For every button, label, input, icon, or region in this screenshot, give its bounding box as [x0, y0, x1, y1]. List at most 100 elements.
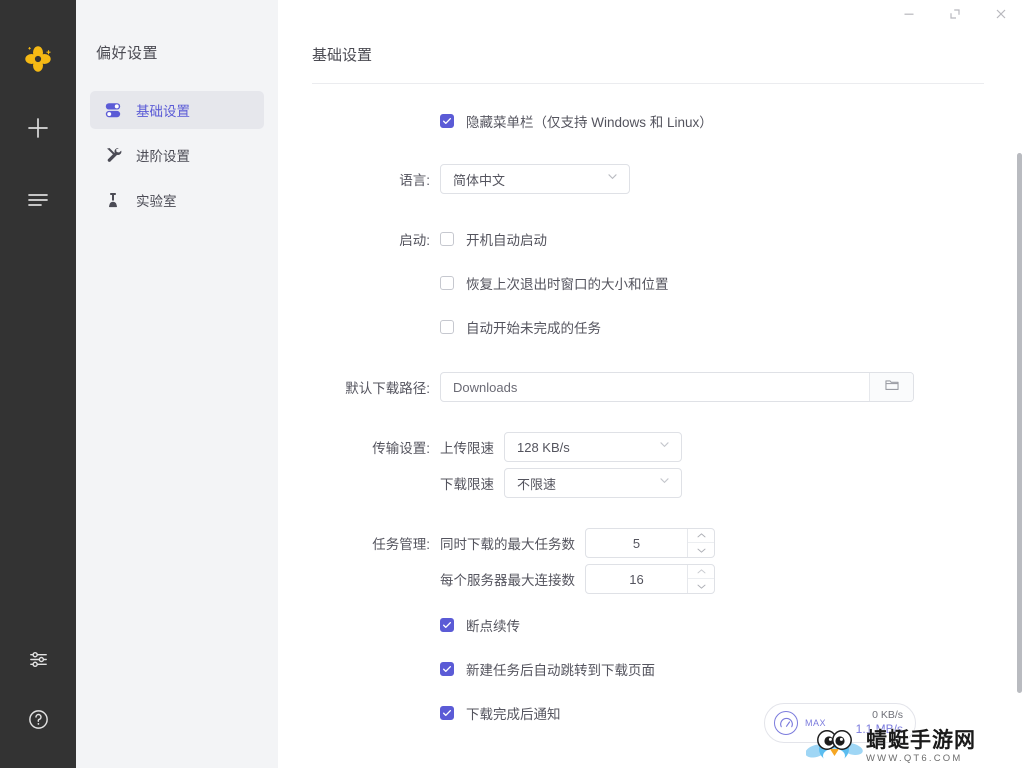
row-upload-limit: 传输设置: 上传限速 128 KB/s [312, 432, 984, 462]
rail-add-task-button[interactable] [16, 108, 60, 152]
rail-task-list-button[interactable] [16, 180, 60, 224]
download-limit-select[interactable]: 不限速 [504, 468, 682, 498]
notify-on-complete-checkbox[interactable] [440, 706, 454, 720]
row-download-path: 默认下载路径: [312, 372, 984, 402]
jump-to-downloads-label: 新建任务后自动跳转到下载页面 [466, 663, 655, 678]
app-logo [17, 38, 59, 80]
sidebar-item-lab[interactable]: 实验室 [90, 181, 264, 219]
row-startup-3: 自动开始未完成的任务 [312, 312, 984, 342]
nav-list: 基础设置 进阶设置 实验室 [76, 91, 278, 219]
language-value: 简体中文 [453, 172, 506, 188]
max-concurrent-label: 同时下载的最大任务数 [440, 537, 575, 552]
chevron-down-icon [606, 170, 619, 188]
download-path-field[interactable] [440, 372, 914, 402]
startup-label: 启动: [399, 233, 430, 248]
tasks-label: 任务管理: [372, 537, 430, 552]
preferences-window: 偏好设置 基础设置 进阶设置 实验室 基础设置 隐藏菜单栏（仅支持 Window… [0, 0, 1024, 768]
startup-resume-tasks-checkbox[interactable] [440, 320, 454, 334]
settings-form: 隐藏菜单栏（仅支持 Windows 和 Linux） 语言: 简体中文 启动: [278, 106, 1024, 728]
download-speed-value: 1.1 MB/s [855, 722, 903, 737]
max-connections-value: 16 [629, 571, 644, 587]
chevron-down-icon [658, 474, 671, 492]
language-label: 语言: [399, 173, 430, 188]
transfer-label: 传输设置: [372, 441, 430, 456]
upload-limit-select[interactable]: 128 KB/s [504, 432, 682, 462]
language-select[interactable]: 简体中文 [440, 164, 630, 194]
notify-on-complete-label: 下载完成后通知 [466, 707, 561, 722]
content-scrollbar-track[interactable] [1016, 0, 1024, 768]
content-scrollbar-thumb[interactable] [1017, 153, 1022, 693]
window-controls [886, 0, 1024, 32]
row-hide-menubar: 隐藏菜单栏（仅支持 Windows 和 Linux） [312, 106, 984, 136]
maximize-button[interactable] [932, 0, 978, 32]
browse-folder-button[interactable] [869, 373, 913, 401]
row-language: 语言: 简体中文 [312, 164, 984, 194]
hide-menubar-label: 隐藏菜单栏（仅支持 Windows 和 Linux） [466, 115, 713, 130]
hide-menubar-checkbox[interactable] [440, 114, 454, 128]
preferences-nav-panel: 偏好设置 基础设置 进阶设置 实验室 [76, 0, 278, 768]
stepper-down-button[interactable] [688, 579, 714, 593]
list-icon [26, 188, 50, 217]
stepper-arrows [687, 565, 714, 593]
max-connections-label: 每个服务器最大连接数 [440, 573, 575, 588]
close-button[interactable] [978, 0, 1024, 32]
maximize-icon [948, 7, 962, 26]
sidebar-item-label: 进阶设置 [136, 149, 190, 164]
row-jump-to-downloads: 新建任务后自动跳转到下载页面 [312, 654, 984, 684]
flask-icon [104, 191, 122, 209]
download-limit-label: 下载限速 [440, 477, 494, 492]
icon-rail [0, 0, 76, 768]
max-connections-stepper[interactable]: 16 [585, 564, 715, 594]
stepper-arrows [687, 529, 714, 557]
speed-gauge-icon [774, 711, 798, 735]
row-max-connections: 每个服务器最大连接数 16 [312, 564, 984, 594]
minimize-icon [902, 7, 916, 26]
download-path-input[interactable] [441, 373, 869, 401]
row-resume-download: 断点续传 [312, 610, 984, 640]
max-concurrent-stepper[interactable]: 5 [585, 528, 715, 558]
rail-settings-button[interactable] [16, 640, 60, 684]
download-path-label: 默认下载路径: [345, 381, 430, 396]
header-divider [312, 83, 984, 84]
rail-help-button[interactable] [16, 700, 60, 744]
sidebar-item-label: 基础设置 [136, 104, 190, 119]
startup-autostart-label: 开机自动启动 [466, 233, 547, 248]
resume-download-label: 断点续传 [466, 619, 520, 634]
row-max-concurrent: 任务管理: 同时下载的最大任务数 5 [312, 528, 984, 558]
nav-panel-title: 偏好设置 [96, 45, 159, 62]
stepper-down-button[interactable] [688, 543, 714, 557]
startup-restore-window-checkbox[interactable] [440, 276, 454, 290]
row-download-limit: 下载限速 不限速 [312, 468, 984, 498]
chevron-down-icon [658, 438, 671, 456]
stepper-up-button[interactable] [688, 529, 714, 543]
speed-mode-label: MAX [805, 718, 827, 728]
toggles-icon [104, 101, 122, 119]
startup-autostart-checkbox[interactable] [440, 232, 454, 246]
row-startup-2: 恢复上次退出时窗口的大小和位置 [312, 268, 984, 298]
startup-resume-tasks-label: 自动开始未完成的任务 [466, 321, 601, 336]
page-title: 基础设置 [312, 47, 373, 64]
folder-icon [884, 377, 900, 398]
close-icon [994, 7, 1008, 26]
resume-download-checkbox[interactable] [440, 618, 454, 632]
floating-speed-widget[interactable]: MAX 0 KB/s 1.1 MB/s [764, 703, 916, 743]
wrench-icon [104, 146, 122, 164]
row-startup-1: 启动: 开机自动启动 [312, 224, 984, 254]
sidebar-item-label: 实验室 [136, 194, 177, 209]
question-circle-icon [27, 708, 50, 736]
settings-content: 基础设置 隐藏菜单栏（仅支持 Windows 和 Linux） 语言: 简体中文 [278, 0, 1024, 768]
sidebar-item-basic-settings[interactable]: 基础设置 [90, 91, 264, 129]
sliders-icon [27, 648, 50, 676]
sidebar-item-advanced-settings[interactable]: 进阶设置 [90, 136, 264, 174]
upload-limit-value: 128 KB/s [517, 439, 570, 455]
max-concurrent-value: 5 [632, 535, 641, 551]
startup-restore-window-label: 恢复上次退出时窗口的大小和位置 [466, 277, 669, 292]
plus-icon [26, 116, 50, 145]
speed-values: 0 KB/s 1.1 MB/s [856, 709, 903, 737]
download-limit-value: 不限速 [517, 476, 557, 492]
upload-limit-label: 上传限速 [440, 441, 494, 456]
jump-to-downloads-checkbox[interactable] [440, 662, 454, 676]
upload-speed-value: 0 KB/s [872, 708, 903, 721]
minimize-button[interactable] [886, 0, 932, 32]
stepper-up-button[interactable] [688, 565, 714, 579]
